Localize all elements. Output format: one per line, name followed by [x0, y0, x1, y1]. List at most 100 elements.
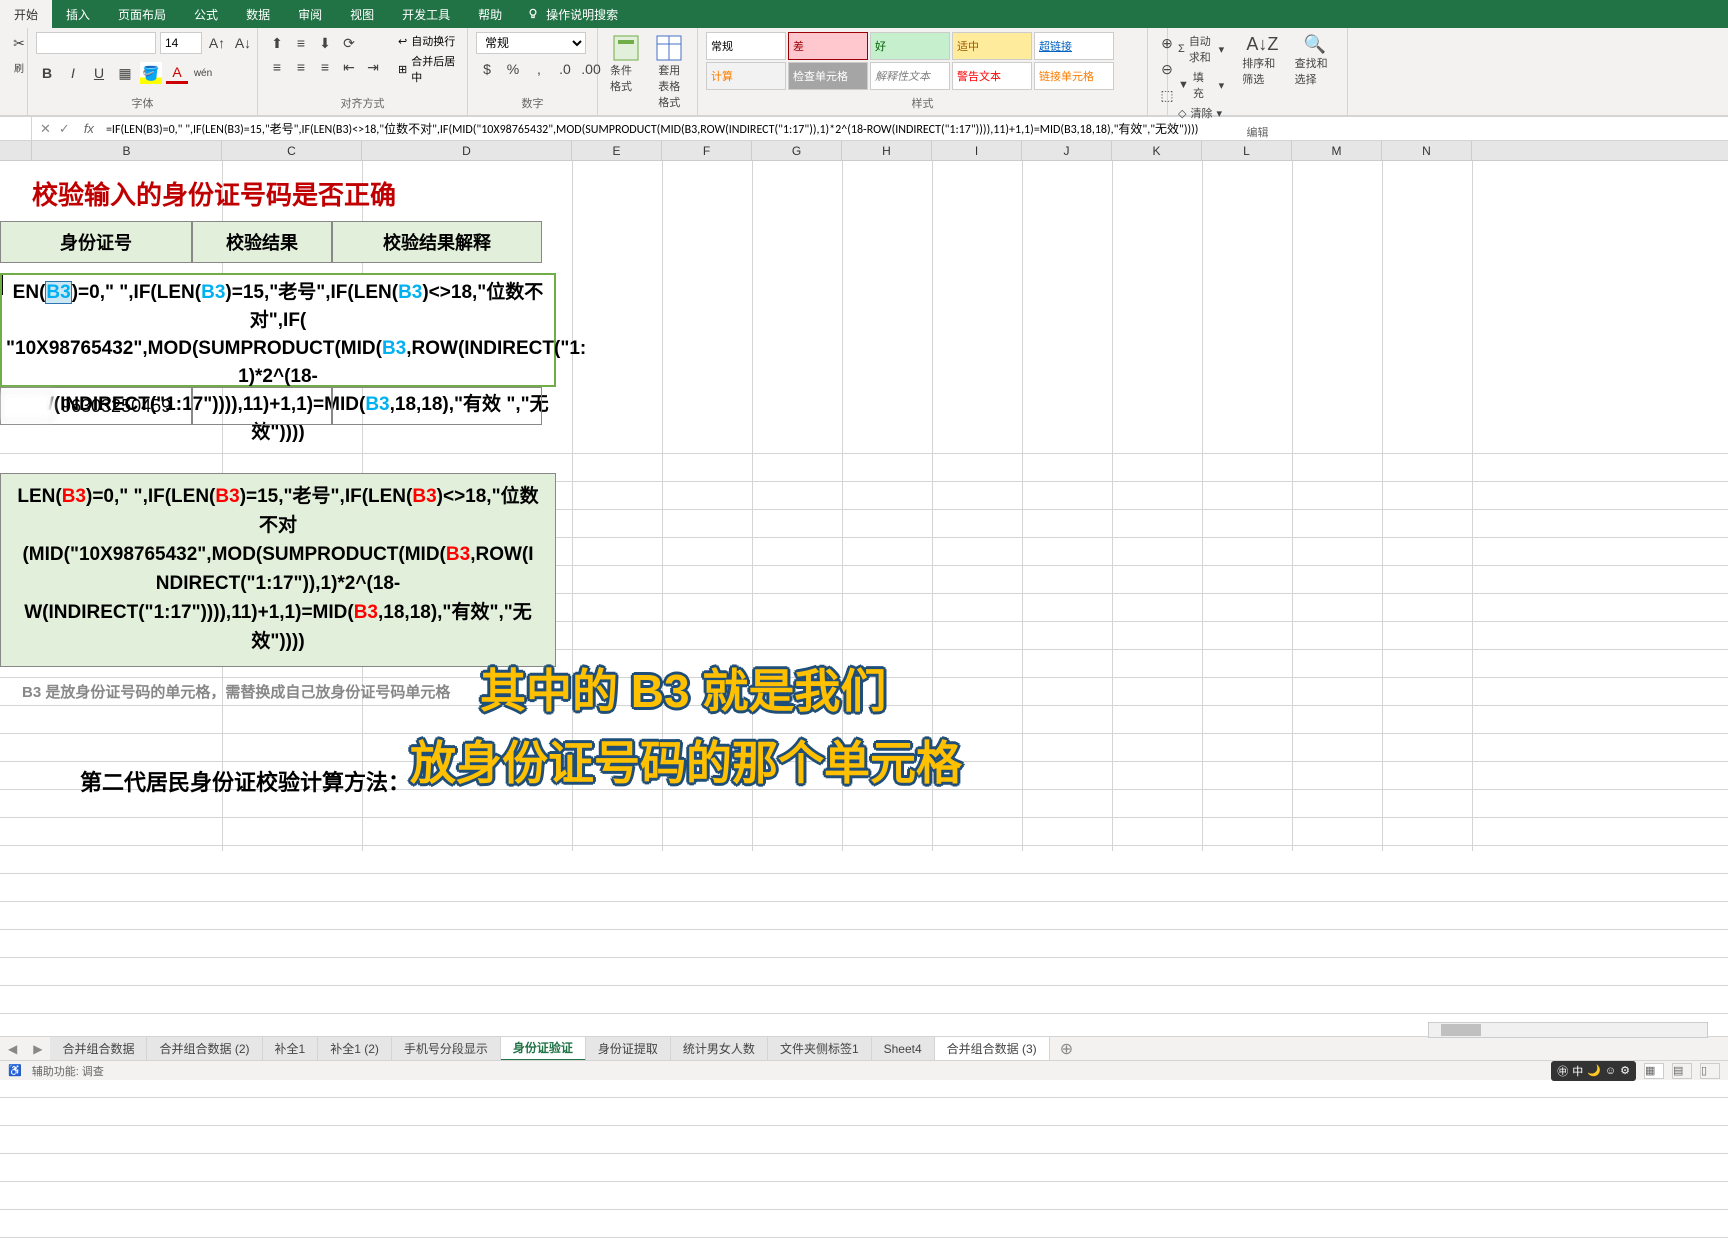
- tab-review[interactable]: 审阅: [284, 0, 336, 28]
- name-box[interactable]: [0, 117, 32, 140]
- select-all-corner[interactable]: [0, 141, 32, 160]
- style-explain[interactable]: 解释性文本: [870, 62, 950, 90]
- style-neutral[interactable]: 适中: [952, 32, 1032, 60]
- align-middle-icon[interactable]: ≡: [290, 32, 312, 54]
- horizontal-scrollbar[interactable]: [1428, 1022, 1708, 1038]
- percent-icon[interactable]: %: [502, 58, 524, 80]
- currency-icon[interactable]: $: [476, 58, 498, 80]
- bold-icon[interactable]: B: [36, 62, 58, 84]
- sheet-tab[interactable]: 合并组合数据 (3): [935, 1037, 1050, 1061]
- col-header-L[interactable]: L: [1202, 141, 1292, 160]
- as-table-button[interactable]: 套用 表格格式: [650, 32, 690, 112]
- style-warn[interactable]: 警告文本: [952, 62, 1032, 90]
- col-header-G[interactable]: G: [752, 141, 842, 160]
- col-header-H[interactable]: H: [842, 141, 932, 160]
- align-left-icon[interactable]: ≡: [266, 56, 288, 78]
- align-center-icon[interactable]: ≡: [290, 56, 312, 78]
- sheet-tab[interactable]: 身份证验证: [501, 1037, 586, 1061]
- orientation-icon[interactable]: ⟳: [338, 32, 360, 54]
- col-header-B[interactable]: B: [32, 141, 222, 160]
- header-result[interactable]: 校验结果: [192, 221, 332, 263]
- find-button[interactable]: 🔍 查找和选择: [1291, 32, 1339, 89]
- border-icon[interactable]: ▦: [114, 62, 136, 84]
- enter-icon[interactable]: ✓: [59, 121, 70, 137]
- style-link[interactable]: 超链接: [1034, 32, 1114, 60]
- view-page-icon[interactable]: ▤: [1672, 1063, 1692, 1079]
- sheet-tab[interactable]: 手机号分段显示: [392, 1037, 501, 1061]
- underline-icon[interactable]: U: [88, 62, 110, 84]
- font-size-select[interactable]: [160, 32, 202, 54]
- decimal-inc-icon[interactable]: .0: [554, 58, 576, 80]
- header-explain[interactable]: 校验结果解释: [332, 221, 542, 263]
- style-normal[interactable]: 常规: [706, 32, 786, 60]
- fx-icon[interactable]: fx: [78, 121, 100, 136]
- align-top-icon[interactable]: ⬆: [266, 32, 288, 54]
- style-calc[interactable]: 计算: [706, 62, 786, 90]
- tab-data[interactable]: 数据: [232, 0, 284, 28]
- style-check[interactable]: 检查单元格: [788, 62, 868, 90]
- copy-icon[interactable]: ✂: [8, 32, 30, 54]
- sheet-tab[interactable]: 合并组合数据: [50, 1037, 147, 1061]
- sheet-tab[interactable]: Sheet4: [872, 1037, 935, 1061]
- tab-insert[interactable]: 插入: [52, 0, 104, 28]
- tab-layout[interactable]: 页面布局: [104, 0, 180, 28]
- tab-formulas[interactable]: 公式: [180, 0, 232, 28]
- col-header-D[interactable]: D: [362, 141, 572, 160]
- merge-button[interactable]: ⊞合并后居中: [396, 52, 459, 86]
- accessibility-icon[interactable]: ♿: [8, 1064, 22, 1077]
- increase-font-icon[interactable]: A↑: [206, 32, 228, 54]
- indent-inc-icon[interactable]: ⇥: [362, 56, 384, 78]
- sheet-area[interactable]: 校验输入的身份证号码是否正确 身份证号 校验结果 校验结果解释 EN(B3)=0…: [0, 161, 1728, 851]
- scroll-thumb[interactable]: [1441, 1024, 1481, 1036]
- style-linked[interactable]: 链接单元格: [1034, 62, 1114, 90]
- col-header-F[interactable]: F: [662, 141, 752, 160]
- number-format-select[interactable]: 常规: [476, 32, 586, 54]
- header-id[interactable]: 身份证号: [0, 221, 192, 263]
- paste-icon[interactable]: 刷: [8, 56, 30, 78]
- fill-button[interactable]: ▼填充▾: [1176, 68, 1226, 102]
- col-header-J[interactable]: J: [1022, 141, 1112, 160]
- sheet-tab[interactable]: 补全1: [263, 1037, 319, 1061]
- style-good[interactable]: 好: [870, 32, 950, 60]
- tab-nav-prev[interactable]: ◀: [0, 1042, 25, 1056]
- tab-view[interactable]: 视图: [336, 0, 388, 28]
- wrap-text-button[interactable]: ↩自动换行: [396, 32, 459, 50]
- view-normal-icon[interactable]: ▦: [1644, 1063, 1664, 1079]
- decrease-font-icon[interactable]: A↓: [232, 32, 254, 54]
- tab-home[interactable]: 开始: [0, 0, 52, 28]
- style-bad[interactable]: 差: [788, 32, 868, 60]
- tab-dev[interactable]: 开发工具: [388, 0, 464, 28]
- col-header-C[interactable]: C: [222, 141, 362, 160]
- col-header-E[interactable]: E: [572, 141, 662, 160]
- sheet-tab[interactable]: 补全1 (2): [318, 1037, 392, 1061]
- add-sheet-button[interactable]: ⊕: [1050, 1039, 1083, 1059]
- formula-input[interactable]: =IF(LEN(B3)=0," ",IF(LEN(B3)=15,"老号",IF(…: [100, 120, 1728, 137]
- indent-dec-icon[interactable]: ⇤: [338, 56, 360, 78]
- sheet-tab[interactable]: 身份证提取: [586, 1037, 671, 1061]
- italic-icon[interactable]: I: [62, 62, 84, 84]
- phonetic-icon[interactable]: wén: [192, 62, 214, 84]
- tell-me[interactable]: 操作说明搜索: [526, 6, 618, 23]
- tab-help[interactable]: 帮助: [464, 0, 516, 28]
- fill-color-icon[interactable]: 🪣: [140, 62, 162, 84]
- sheet-tab[interactable]: 合并组合数据 (2): [147, 1037, 262, 1061]
- ime-indicator[interactable]: ㊥ 中 🌙 ☺ ⚙: [1551, 1061, 1636, 1081]
- col-header-M[interactable]: M: [1292, 141, 1382, 160]
- explain-cell[interactable]: [332, 387, 542, 425]
- sort-button[interactable]: A↓Z 排序和筛选: [1238, 32, 1286, 89]
- align-bottom-icon[interactable]: ⬇: [314, 32, 336, 54]
- col-header-I[interactable]: I: [932, 141, 1022, 160]
- autosum-button[interactable]: Σ自动求和▾: [1176, 32, 1226, 66]
- font-family-select[interactable]: [36, 32, 156, 54]
- tab-nav-next[interactable]: ▶: [25, 1042, 50, 1056]
- formula-edit-cell[interactable]: EN(B3)=0," ",IF(LEN(B3)=15,"老号",IF(LEN(B…: [0, 273, 556, 387]
- cancel-icon[interactable]: ✕: [40, 121, 51, 137]
- result-cell[interactable]: [192, 387, 332, 425]
- col-header-K[interactable]: K: [1112, 141, 1202, 160]
- sheet-tab[interactable]: 文件夹侧标签1: [768, 1037, 872, 1061]
- comma-icon[interactable]: ,: [528, 58, 550, 80]
- reference-formula-box[interactable]: LEN(B3)=0," ",IF(LEN(B3)=15,"老号",IF(LEN(…: [0, 473, 556, 667]
- font-color-icon[interactable]: A: [166, 62, 188, 84]
- id-cell[interactable]: 96303250459: [0, 387, 192, 425]
- col-header-N[interactable]: N: [1382, 141, 1472, 160]
